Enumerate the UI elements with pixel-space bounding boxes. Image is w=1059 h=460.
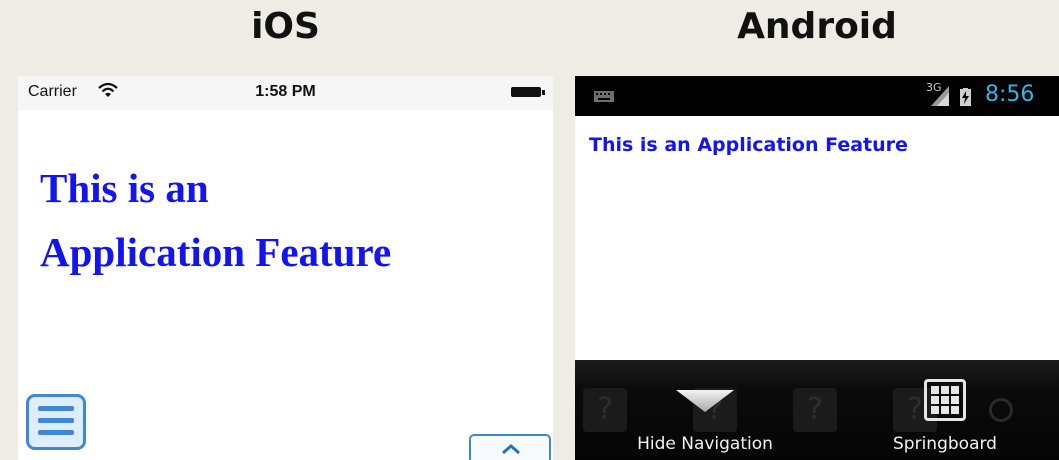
- ios-heading-line-2: Application Feature: [40, 229, 392, 275]
- show-navigation-button[interactable]: [469, 434, 551, 460]
- menu-button[interactable]: [26, 394, 86, 450]
- ios-status-bar: Carrier 1:58 PM: [18, 76, 553, 110]
- triangle-down-icon: [676, 390, 734, 412]
- hide-navigation-button[interactable]: Hide Navigation: [605, 360, 805, 460]
- navigation-bar: ? ? ? ? Hide Navigation Springboard: [575, 360, 1059, 460]
- android-label: Android: [737, 6, 897, 47]
- android-feature-heading: This is an Application Feature: [589, 134, 908, 156]
- battery-icon: [511, 87, 545, 97]
- hamburger-icon-bar: [38, 430, 74, 435]
- ios-clock: 1:58 PM: [255, 83, 316, 100]
- ios-feature-heading: This is an Application Feature: [40, 156, 540, 284]
- ios-heading-line-1: This is an: [40, 165, 209, 211]
- hamburger-icon-bar: [38, 418, 74, 423]
- chevron-up-icon: [502, 444, 520, 455]
- keyboard-icon: [594, 91, 614, 102]
- battery-charging-icon: [960, 88, 971, 106]
- android-screen: 3G 8:56 This is an Application Feature ?…: [575, 76, 1059, 460]
- grid-icon: [924, 379, 966, 421]
- signal-icon: [931, 86, 949, 106]
- springboard-button[interactable]: Springboard: [855, 360, 1035, 460]
- android-status-bar: 3G 8:56: [575, 76, 1059, 116]
- hide-navigation-label: Hide Navigation: [637, 434, 773, 454]
- springboard-label: Springboard: [893, 434, 997, 454]
- android-clock: 8:56: [985, 82, 1035, 107]
- ios-label: iOS: [251, 6, 320, 47]
- ios-screen: Carrier 1:58 PM This is an Application F…: [18, 76, 553, 460]
- hamburger-icon-bar: [38, 406, 74, 411]
